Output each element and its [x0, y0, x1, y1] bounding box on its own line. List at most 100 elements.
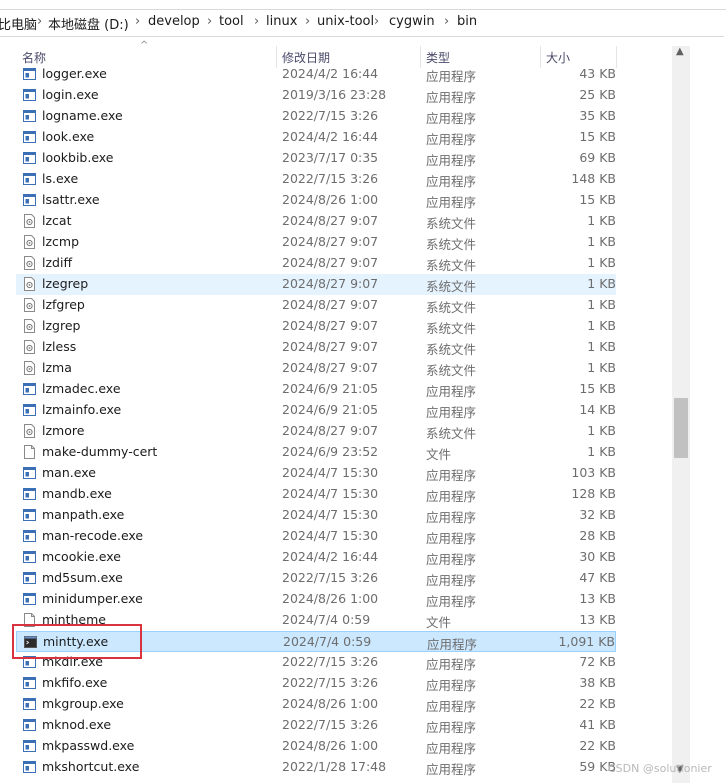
file-size: 1 KB	[587, 276, 616, 291]
breadcrumb-separator-icon[interactable]: ›	[305, 14, 310, 29]
file-row[interactable]: manpath.exe 2024/4/7 15:30 应用程序 32 KB	[16, 505, 616, 526]
file-row[interactable]: lzmadec.exe 2024/6/9 21:05 应用程序 15 KB	[16, 379, 616, 400]
file-type: 应用程序	[426, 90, 477, 105]
file-name: manpath.exe	[42, 507, 125, 522]
breadcrumb-item[interactable]: cygwin	[389, 14, 435, 29]
file-row[interactable]: lzmore 2024/8/27 9:07 系统文件 1 KB	[16, 421, 616, 442]
file-type: 系统文件	[426, 300, 477, 315]
file-modified-date: 2024/8/27 9:07	[282, 297, 379, 312]
file-modified-date: 2024/7/4 0:59	[283, 634, 372, 649]
file-row[interactable]: ls.exe 2022/7/15 3:26 应用程序 148 KB	[16, 169, 616, 190]
file-row[interactable]: lzcat 2024/8/27 9:07 系统文件 1 KB	[16, 211, 616, 232]
file-type: 应用程序	[426, 678, 477, 693]
application-exe-icon	[23, 550, 36, 564]
file-row[interactable]: mknod.exe 2022/7/15 3:26 应用程序 41 KB	[16, 715, 616, 736]
file-modified-date: 2023/7/17 0:35	[282, 150, 379, 165]
file-name: mkpasswd.exe	[42, 738, 135, 753]
file-size: 13 KB	[579, 612, 616, 627]
file-name: lsattr.exe	[42, 192, 100, 207]
breadcrumb-separator-icon[interactable]: ›	[254, 14, 259, 29]
file-row[interactable]: man.exe 2024/4/7 15:30 应用程序 103 KB	[16, 463, 616, 484]
breadcrumb-separator-icon[interactable]: ›	[207, 14, 212, 29]
file-size: 30 KB	[579, 549, 616, 564]
file-row[interactable]: logger.exe 2024/4/2 16:44 应用程序 43 KB	[16, 64, 616, 85]
breadcrumb-item[interactable]: 比电脑	[0, 14, 37, 33]
file-type: 应用程序	[426, 153, 477, 168]
file-row[interactable]: logname.exe 2022/7/15 3:26 应用程序 35 KB	[16, 106, 616, 127]
file-row[interactable]: lzma 2024/8/27 9:07 系统文件 1 KB	[16, 358, 616, 379]
breadcrumb-item[interactable]: 本地磁盘 (D:)	[48, 14, 129, 33]
file-row[interactable]: lzcmp 2024/8/27 9:07 系统文件 1 KB	[16, 232, 616, 253]
file-modified-date: 2022/1/28 17:48	[282, 759, 387, 774]
file-modified-date: 2024/4/7 15:30	[282, 486, 379, 501]
breadcrumb-item[interactable]: tool	[219, 14, 244, 29]
file-row[interactable]: minidumper.exe 2024/8/26 1:00 应用程序 13 KB	[16, 589, 616, 610]
scroll-up-arrow-icon[interactable]: ▲	[676, 46, 684, 57]
file-row[interactable]: md5sum.exe 2022/7/15 3:26 应用程序 47 KB	[16, 568, 616, 589]
file-modified-date: 2024/8/26 1:00	[282, 192, 379, 207]
file-row[interactable]: lsattr.exe 2024/8/26 1:00 应用程序 15 KB	[16, 190, 616, 211]
file-type: 应用程序	[426, 720, 477, 735]
file-type: 系统文件	[426, 426, 477, 441]
breadcrumb-separator-icon[interactable]: ›	[37, 14, 42, 29]
file-size: 28 KB	[579, 528, 616, 543]
application-exe-icon	[23, 88, 36, 102]
file-name: mkfifo.exe	[42, 675, 108, 690]
file-name: lzmainfo.exe	[42, 402, 122, 417]
system-file-icon	[23, 298, 36, 312]
file-name: lzegrep	[42, 276, 89, 291]
file-row[interactable]: look.exe 2024/4/2 16:44 应用程序 15 KB	[16, 127, 616, 148]
address-bar[interactable]: 比电脑 › 本地磁盘 (D:) › develop › tool › linux › unix-to…	[0, 0, 726, 46]
file-row[interactable]: lzdiff 2024/8/27 9:07 系统文件 1 KB	[16, 253, 616, 274]
file-row[interactable]: mandb.exe 2024/4/7 15:30 应用程序 128 KB	[16, 484, 616, 505]
breadcrumb-item[interactable]: unix-tool	[317, 14, 374, 29]
file-type: 应用程序	[426, 531, 477, 546]
generic-file-icon	[23, 445, 36, 459]
breadcrumb-item[interactable]: bin	[457, 14, 477, 29]
file-row[interactable]: lzfgrep 2024/8/27 9:07 系统文件 1 KB	[16, 295, 616, 316]
application-exe-icon	[23, 67, 36, 81]
file-row[interactable]: lzegrep 2024/8/27 9:07 系统文件 1 KB	[16, 274, 616, 295]
file-name: lzdiff	[42, 255, 73, 270]
file-row[interactable]: man-recode.exe 2024/4/7 15:30 应用程序 28 KB	[16, 526, 616, 547]
file-name: lookbib.exe	[42, 150, 114, 165]
file-size: 41 KB	[579, 717, 616, 732]
breadcrumb[interactable]: 比电脑 › 本地磁盘 (D:) › develop › tool › linux › unix-to…	[0, 10, 724, 37]
file-row[interactable]: mkfifo.exe 2022/7/15 3:26 应用程序 38 KB	[16, 673, 616, 694]
file-row[interactable]: lzgrep 2024/8/27 9:07 系统文件 1 KB	[16, 316, 616, 337]
breadcrumb-item[interactable]: linux	[266, 14, 297, 29]
file-row[interactable]: mkshortcut.exe 2022/1/28 17:48 应用程序 59 KB	[16, 757, 616, 778]
file-name: lzgrep	[42, 318, 81, 333]
file-row[interactable]: mkpasswd.exe 2024/8/26 1:00 应用程序 22 KB	[16, 736, 616, 757]
file-row[interactable]: mcookie.exe 2024/4/2 16:44 应用程序 30 KB	[16, 547, 616, 568]
breadcrumb-separator-icon[interactable]: ›	[374, 14, 379, 29]
file-type: 应用程序	[426, 657, 477, 672]
application-exe-icon	[23, 697, 36, 711]
file-row[interactable]: lookbib.exe 2023/7/17 0:35 应用程序 69 KB	[16, 148, 616, 169]
file-row[interactable]: mkgroup.exe 2024/8/26 1:00 应用程序 22 KB	[16, 694, 616, 715]
column-divider[interactable]	[616, 46, 617, 68]
file-modified-date: 2022/7/15 3:26	[282, 171, 379, 186]
file-modified-date: 2024/4/7 15:30	[282, 465, 379, 480]
file-row[interactable]: make-dummy-cert 2024/6/9 23:52 文件 1 KB	[16, 442, 616, 463]
file-size: 1 KB	[587, 318, 616, 333]
file-name: mkgroup.exe	[42, 696, 124, 711]
file-name: md5sum.exe	[42, 570, 123, 585]
breadcrumb-separator-icon[interactable]: ›	[444, 14, 449, 29]
breadcrumb-item[interactable]: develop	[148, 14, 200, 29]
breadcrumb-separator-icon[interactable]: ›	[135, 14, 140, 29]
file-row[interactable]: lzless 2024/8/27 9:07 系统文件 1 KB	[16, 337, 616, 358]
file-row[interactable]: lzmainfo.exe 2024/6/9 21:05 应用程序 14 KB	[16, 400, 616, 421]
scrollbar-thumb[interactable]	[674, 398, 688, 458]
file-size: 128 KB	[571, 486, 616, 501]
file-type: 系统文件	[426, 279, 477, 294]
vertical-scrollbar[interactable]: ▲ ▼	[672, 46, 690, 783]
file-name: man-recode.exe	[42, 528, 144, 543]
file-size: 72 KB	[579, 654, 616, 669]
file-type: 应用程序	[426, 468, 477, 483]
file-name: lzcat	[42, 213, 72, 228]
file-row[interactable]: login.exe 2019/3/16 23:28 应用程序 25 KB	[16, 85, 616, 106]
file-size: 1 KB	[587, 339, 616, 354]
application-exe-icon	[23, 487, 36, 501]
system-file-icon	[23, 277, 36, 291]
